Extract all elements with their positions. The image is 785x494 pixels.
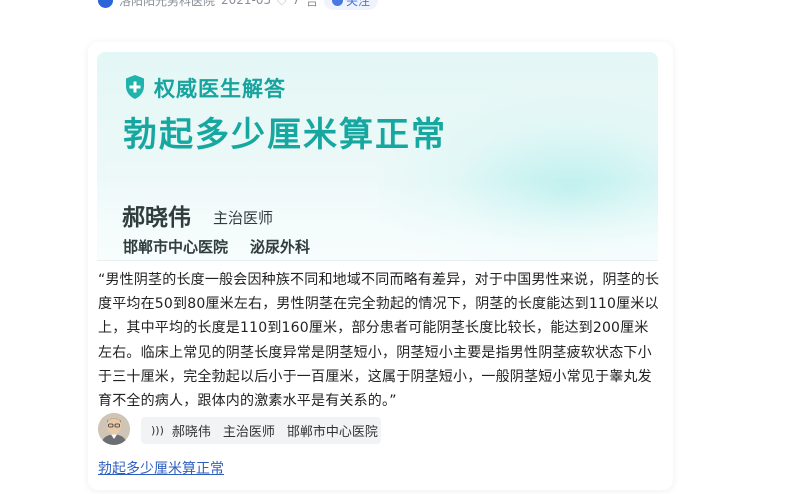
audio-wave-icon: ))) [151, 424, 164, 437]
follow-button[interactable]: 关注 [324, 0, 379, 10]
audio-doctor-hospital: 邯郸市中心医院 [286, 425, 378, 440]
article-meta: 洛阳阳光男科医院 2021-05 ◇ 7 吉 关注 [98, 0, 379, 10]
answer-text: “男性阴茎的长度一般会因种族不同和地域不同而略有差异，对于中国男性来说，阴茎的长… [98, 272, 660, 410]
meta-extra: 吉 [306, 0, 319, 8]
authority-label: 权威医生解答 [154, 77, 286, 101]
meta-date: 2021-05 [221, 0, 272, 7]
audio-answer-player[interactable]: ))) 郝晓伟 主治医师 邯郸市中心医院 [141, 417, 381, 444]
doctor-name: 郝晓伟 [122, 205, 191, 231]
follow-check-icon [332, 0, 344, 6]
meta-hospital[interactable]: 洛阳阳光男科医院 [119, 0, 215, 9]
doctor-avatar[interactable] [98, 413, 130, 445]
page: 洛阳阳光男科医院 2021-05 ◇ 7 吉 关注 权威医生解答 勃起多少厘米算… [0, 0, 785, 494]
hospital-logo-icon [98, 0, 113, 8]
divider [97, 260, 658, 261]
avatar-image [98, 413, 130, 445]
question-link[interactable]: 勃起多少厘米算正常 [98, 458, 224, 478]
shield-plus-icon [126, 75, 144, 99]
audio-doctor-title: 主治医师 [222, 425, 275, 440]
audio-doctor-name: 郝晓伟 [171, 425, 211, 440]
follow-label: 关注 [346, 0, 371, 8]
question-title: 勃起多少厘米算正常 [123, 115, 447, 155]
doctor-title: 主治医师 [213, 209, 274, 227]
comment-icon: ◇ [277, 0, 287, 7]
doctor-hospital: 邯郸市中心医院 [123, 238, 229, 256]
doctor-department: 泌尿外科 [250, 238, 311, 256]
meta-comments: 7 [292, 0, 301, 7]
